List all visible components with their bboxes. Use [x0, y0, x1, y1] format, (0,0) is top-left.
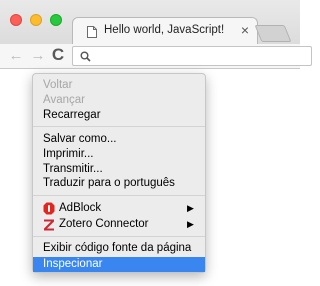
submenu-arrow-icon: ▶ [187, 219, 194, 229]
forward-arrow-icon[interactable]: → [30, 48, 46, 64]
menu-item-inspect[interactable]: Inspecionar [33, 257, 205, 272]
window-minimize-button[interactable] [30, 14, 42, 26]
menu-separator [33, 236, 205, 237]
menu-item-view-source[interactable]: Exibir código fonte da página [33, 241, 205, 256]
menu-separator [33, 126, 205, 127]
search-icon [80, 51, 91, 62]
adblock-icon [43, 202, 55, 215]
menu-item-label: AdBlock [59, 202, 102, 214]
menu-item-print[interactable]: Imprimir... [33, 147, 205, 162]
address-input[interactable] [95, 49, 295, 63]
window-titlebar: Hello world, JavaScript! × [0, 0, 300, 45]
window-close-button[interactable] [10, 14, 22, 26]
browser-tab[interactable]: Hello world, JavaScript! × [72, 17, 258, 45]
menu-item-label: Zotero Connector [59, 218, 149, 230]
menu-item-save-as[interactable]: Salvar como... [33, 132, 205, 147]
browser-toolbar: ← → C [0, 44, 312, 69]
page-icon [87, 26, 97, 38]
menu-item-translate[interactable]: Traduzir para o português [33, 176, 205, 191]
context-menu: Voltar Avançar Recarregar Salvar como...… [32, 73, 206, 273]
menu-item-cast[interactable]: Transmitir... [33, 162, 205, 177]
tab-close-icon[interactable]: × [238, 23, 252, 37]
new-tab-button[interactable] [254, 25, 292, 42]
menu-item-adblock[interactable]: AdBlock ▶ [33, 201, 205, 216]
tab-title: Hello world, JavaScript! [104, 24, 225, 36]
menu-item-back: Voltar [43, 79, 73, 91]
submenu-arrow-icon: ▶ [187, 203, 194, 213]
menu-item-reload[interactable]: Recarregar [33, 108, 205, 123]
window-maximize-button[interactable] [50, 14, 62, 26]
menu-item-zotero[interactable]: Zotero Connector ▶ [33, 217, 205, 232]
zotero-icon [44, 219, 54, 231]
menu-separator [33, 195, 205, 196]
menu-item-forward: Avançar [43, 94, 85, 106]
omnibox[interactable] [72, 46, 312, 66]
back-arrow-icon[interactable]: ← [8, 48, 24, 64]
reload-icon[interactable]: C [50, 46, 66, 63]
